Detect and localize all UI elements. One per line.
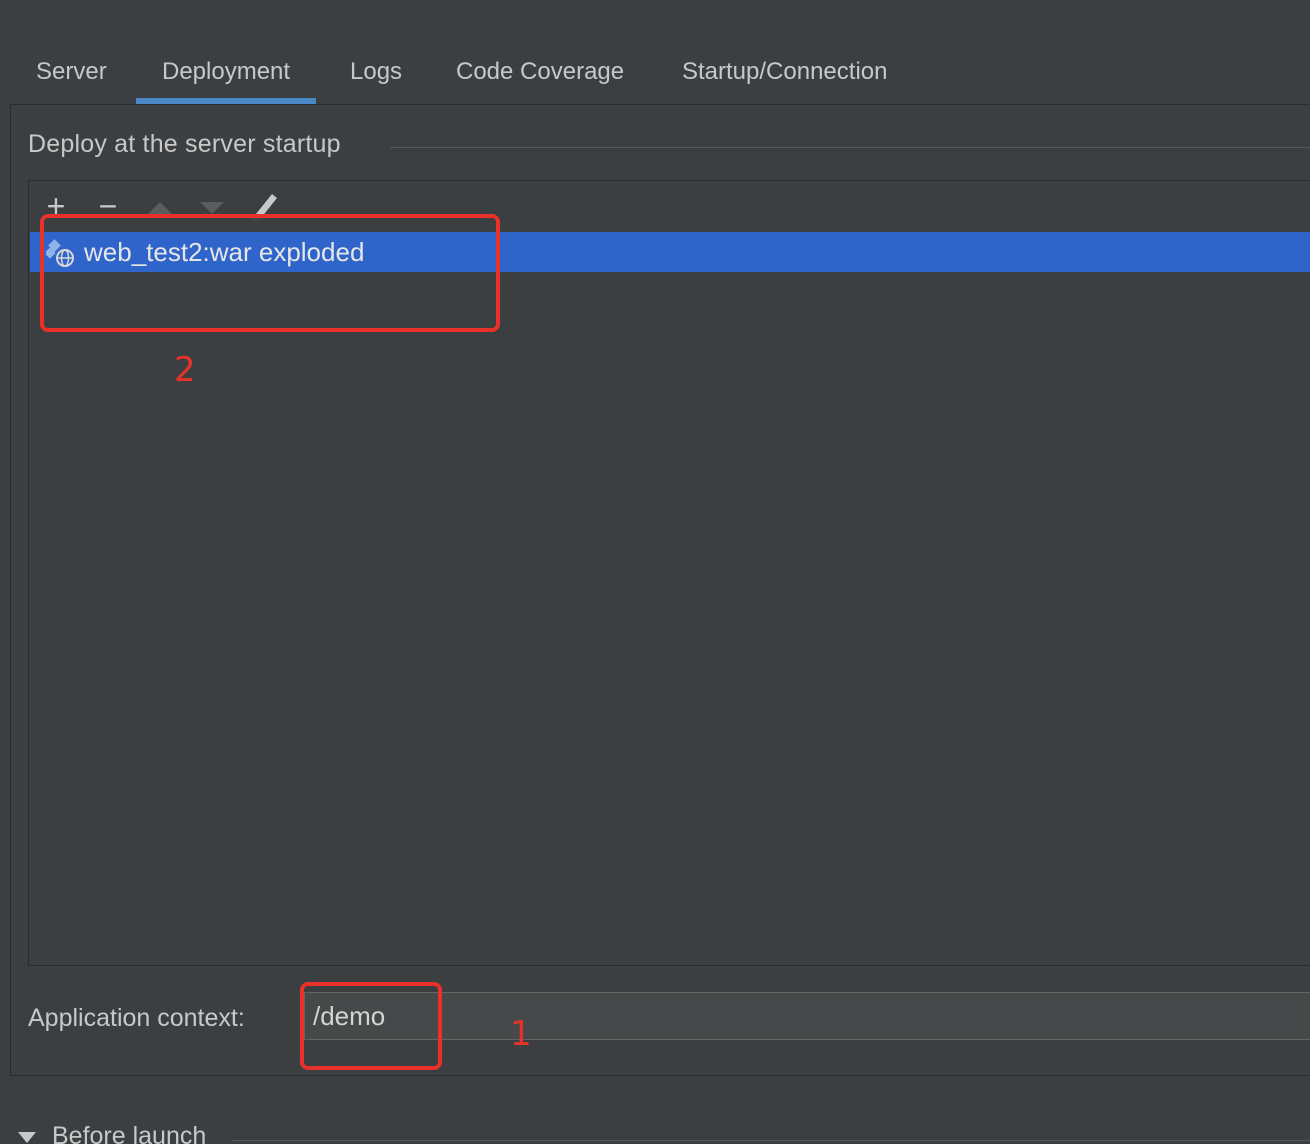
tab-deployment[interactable]: Deployment (135, 40, 317, 104)
tab-logs[interactable]: Logs (350, 40, 402, 104)
annotation-box-2 (40, 214, 500, 332)
tab-bar: Server Deployment Logs Code Coverage Sta… (0, 40, 1310, 106)
app-context-label: Application context: (28, 1004, 245, 1032)
before-launch-section[interactable]: Before launch (14, 1120, 1310, 1144)
before-launch-divider (232, 1140, 1310, 1141)
tab-startup-connection[interactable]: Startup/Connection (682, 40, 887, 104)
tab-server[interactable]: Server (36, 40, 107, 104)
triangle-down-icon[interactable] (18, 1132, 36, 1143)
run-config-dialog: Server Deployment Logs Code Coverage Sta… (0, 0, 1310, 1144)
annotation-number-2: 2 (174, 350, 196, 390)
app-context-field[interactable] (304, 992, 1310, 1040)
section-title: Deploy at the server startup (28, 130, 341, 158)
annotation-box-1 (300, 982, 442, 1070)
annotation-number-1: 1 (510, 1014, 532, 1054)
section-divider (390, 147, 1310, 148)
tab-code-coverage[interactable]: Code Coverage (456, 40, 624, 104)
before-launch-label: Before launch (52, 1122, 207, 1144)
